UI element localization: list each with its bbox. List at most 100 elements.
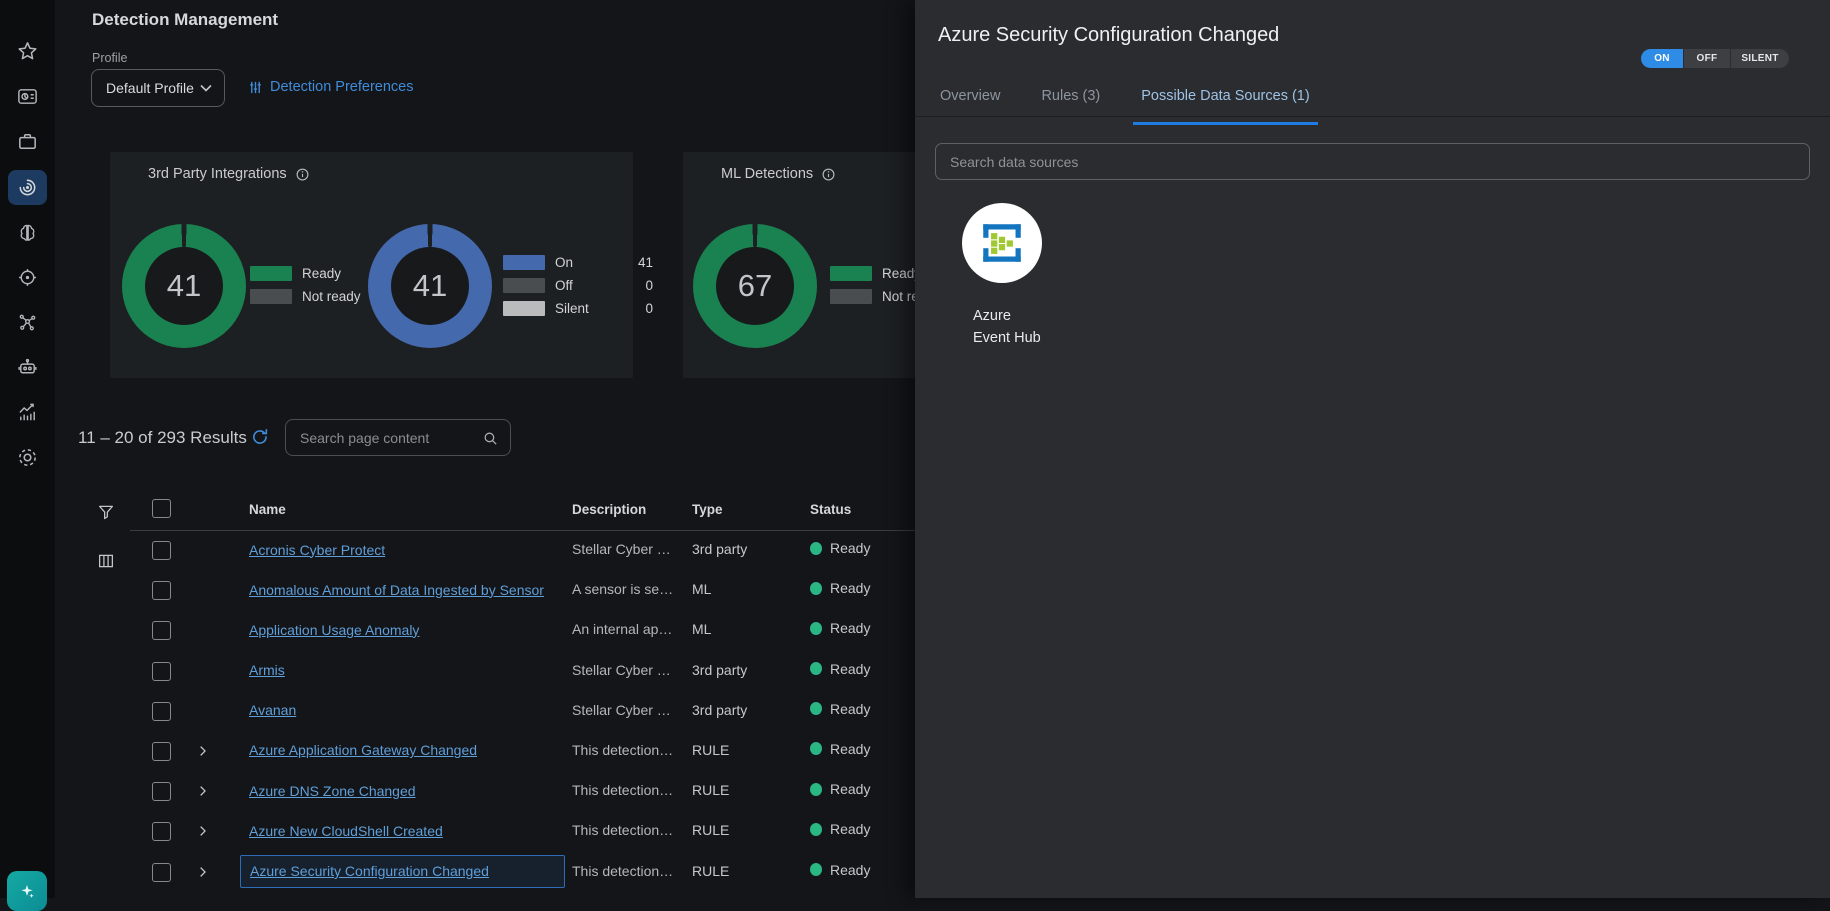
legend-swatch <box>503 278 545 293</box>
card-title: ML Detections <box>721 166 813 182</box>
donut-value: 67 <box>738 268 772 304</box>
expand-chevron-icon[interactable] <box>196 865 210 879</box>
ai-assistant-button[interactable] <box>7 871 47 911</box>
column-header-description[interactable]: Description <box>572 502 646 517</box>
network-icon[interactable] <box>16 311 39 334</box>
magnifier-icon[interactable] <box>482 430 499 447</box>
detection-name-link[interactable]: Armis <box>249 662 285 678</box>
selected-name-cell: Azure Security Configuration Changed <box>240 855 565 888</box>
status-cell: Ready <box>810 781 870 797</box>
expand-chevron-icon[interactable] <box>196 824 210 838</box>
status-dot <box>810 622 822 635</box>
description-cell: Stellar Cyber … <box>572 662 684 678</box>
star-icon[interactable] <box>16 40 39 63</box>
status-cell: Ready <box>810 701 870 717</box>
target-icon[interactable] <box>16 266 39 289</box>
status-dot <box>810 542 822 555</box>
type-cell: ML <box>692 581 711 597</box>
briefcase-icon[interactable] <box>16 130 39 153</box>
info-icon[interactable] <box>821 167 836 182</box>
legend-label: On <box>555 255 621 270</box>
status-dot <box>810 662 822 675</box>
row-checkbox[interactable] <box>152 702 171 721</box>
profile-select[interactable]: Default Profile <box>91 69 225 107</box>
detection-preferences-link[interactable]: Detection Preferences <box>248 79 413 95</box>
toggle-on-button[interactable]: ON <box>1641 49 1684 68</box>
detection-name-link[interactable]: Anomalous Amount of Data Ingested by Sen… <box>249 582 544 598</box>
row-checkbox[interactable] <box>152 863 171 882</box>
detection-name-link[interactable]: Avanan <box>249 702 296 718</box>
description-cell: A sensor is se… <box>572 581 684 597</box>
brain-icon[interactable] <box>16 221 39 244</box>
detection-preferences-label: Detection Preferences <box>270 79 413 95</box>
row-checkbox[interactable] <box>152 782 171 801</box>
detection-name-link[interactable]: Azure Application Gateway Changed <box>249 742 477 758</box>
third-party-integrations-card: 3rd Party Integrations 41 Ready41 Not re… <box>110 152 633 378</box>
row-checkbox[interactable] <box>152 662 171 681</box>
detection-name-link[interactable]: Application Usage Anomaly <box>249 622 419 638</box>
tab-overview[interactable]: Overview <box>938 86 1002 116</box>
detection-name-link[interactable]: Azure Security Configuration Changed <box>250 863 489 879</box>
status-dot <box>810 742 822 755</box>
robot-icon[interactable] <box>16 356 39 379</box>
table-header: Name Description Type Status <box>0 495 915 530</box>
legend-swatch <box>250 266 292 281</box>
gear-icon[interactable] <box>16 446 39 469</box>
detection-name-link[interactable]: Azure DNS Zone Changed <box>249 783 416 799</box>
row-checkbox[interactable] <box>152 581 171 600</box>
description-cell: This detection… <box>572 863 684 879</box>
sidebar <box>0 0 55 898</box>
column-header-name[interactable]: Name <box>249 502 286 517</box>
dashboard-icon[interactable] <box>16 85 39 108</box>
expand-chevron-icon[interactable] <box>196 784 210 798</box>
row-checkbox[interactable] <box>152 541 171 560</box>
legend-swatch <box>503 255 545 270</box>
description-cell: This detection… <box>572 782 684 798</box>
status-label: Ready <box>830 540 870 556</box>
state-toggle: ON OFF SILENT <box>1641 49 1789 68</box>
legend-swatch <box>830 266 872 281</box>
row-checkbox[interactable] <box>152 621 171 640</box>
select-all-checkbox[interactable] <box>152 499 171 518</box>
data-source-tile[interactable]: Azure Event Hub <box>960 203 1070 349</box>
row-checkbox[interactable] <box>152 822 171 841</box>
legend-label: Silent <box>555 301 621 316</box>
type-cell: RULE <box>692 782 729 798</box>
status-cell: Ready <box>810 540 870 556</box>
status-label: Ready <box>830 862 870 878</box>
type-cell: 3rd party <box>692 541 747 557</box>
legend-label: Off <box>555 278 621 293</box>
column-header-status[interactable]: Status <box>810 502 851 517</box>
tab-possible-data-sources[interactable]: Possible Data Sources (1) <box>1139 86 1311 116</box>
type-cell: 3rd party <box>692 702 747 718</box>
column-header-type[interactable]: Type <box>692 502 723 517</box>
data-source-search-input[interactable] <box>935 143 1810 180</box>
info-icon[interactable] <box>295 167 310 182</box>
detail-panel: Azure Security Configuration Changed ON … <box>915 0 1830 898</box>
refresh-icon[interactable] <box>250 427 270 447</box>
legend-label: Not ready <box>302 289 368 304</box>
status-label: Ready <box>830 620 870 636</box>
azure-event-hub-icon <box>962 203 1042 283</box>
data-source-name: Azure Event Hub <box>973 306 1045 349</box>
sliders-icon <box>248 80 263 95</box>
trend-chart-icon[interactable] <box>16 401 39 424</box>
expand-chevron-icon[interactable] <box>196 744 210 758</box>
detection-name-link[interactable]: Acronis Cyber Protect <box>249 542 385 558</box>
sparkle-icon <box>18 882 36 900</box>
spiral-icon[interactable] <box>16 176 39 199</box>
readiness-donut-chart: 41 <box>122 224 246 348</box>
row-checkbox[interactable] <box>152 742 171 761</box>
detection-name-link[interactable]: Azure New CloudShell Created <box>249 823 443 839</box>
toggle-silent-button[interactable]: SILENT <box>1731 49 1789 68</box>
chevron-down-icon <box>200 84 212 92</box>
page-search-input[interactable] <box>286 420 510 455</box>
tab-rules[interactable]: Rules (3) <box>1039 86 1102 116</box>
toggle-off-button[interactable]: OFF <box>1684 49 1731 68</box>
status-cell: Ready <box>810 661 870 677</box>
state-donut-chart: 41 <box>368 224 492 348</box>
panel-title: Azure Security Configuration Changed <box>938 24 1279 47</box>
donut-value: 41 <box>413 268 447 304</box>
legend-swatch <box>503 301 545 316</box>
state-donut-legend: On41 Off0 Silent0 <box>503 254 653 323</box>
